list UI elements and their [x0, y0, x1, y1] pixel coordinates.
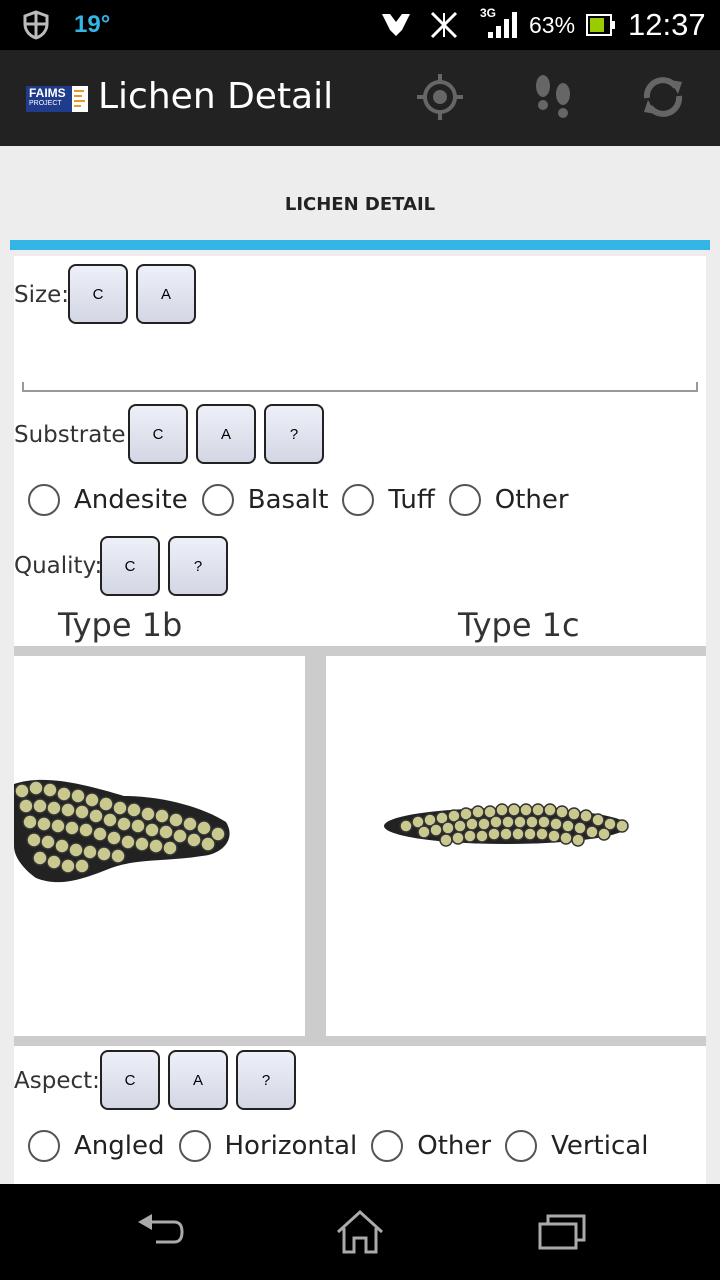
recent-apps-icon[interactable] — [532, 1204, 592, 1260]
shake-icon — [378, 0, 414, 50]
nfc-off-icon — [428, 0, 460, 50]
substrate-info-button[interactable]: ? — [264, 404, 324, 464]
status-bar: 19° 3G 63% 12:37 — [0, 0, 720, 50]
aspect-info-button[interactable]: ? — [236, 1050, 296, 1110]
form-content: Size: C A Substrate: C A ? Andesite Basa… — [14, 256, 706, 1184]
gps-target-icon[interactable] — [415, 72, 465, 122]
radio-angled[interactable]: Angled — [28, 1130, 165, 1162]
logo-text: FAIMS — [29, 86, 66, 100]
navigation-bar — [0, 1184, 720, 1280]
lichen-type-picker — [14, 646, 706, 1046]
size-annotation-button[interactable]: A — [136, 264, 196, 324]
radio-circle[interactable] — [505, 1130, 538, 1162]
shield-icon — [22, 0, 50, 50]
signal-icon — [486, 0, 520, 50]
radio-label: Tuff — [388, 485, 435, 515]
quality-certainty-button[interactable]: C — [100, 536, 160, 596]
radio-tuff[interactable]: Tuff — [342, 484, 435, 516]
quality-label: Quality: — [14, 553, 103, 579]
substrate-radio-group: Andesite Basalt Tuff Other — [28, 484, 583, 516]
battery-percent: 63% — [529, 11, 576, 38]
home-icon[interactable] — [330, 1204, 390, 1260]
footsteps-icon[interactable] — [528, 72, 578, 122]
radio-circle[interactable] — [448, 484, 481, 516]
radio-circle[interactable] — [371, 1130, 404, 1162]
radio-circle[interactable] — [178, 1130, 211, 1162]
aspect-radio-group: Angled Horizontal Other Vertical — [28, 1130, 662, 1162]
size-certainty-button[interactable]: C — [68, 264, 128, 324]
radio-label: Horizontal — [224, 1131, 358, 1161]
battery-icon — [586, 0, 616, 50]
quality-info-button[interactable]: ? — [168, 536, 228, 596]
radio-vertical[interactable]: Vertical — [505, 1130, 648, 1162]
substrate-certainty-button[interactable]: C — [128, 404, 188, 464]
radio-circle[interactable] — [28, 484, 60, 516]
clock: 12:37 — [628, 7, 706, 42]
radio-label: Other — [417, 1131, 492, 1161]
radio-horizontal[interactable]: Horizontal — [178, 1130, 358, 1162]
action-bar: FAIMS PROJECT Lichen Detail — [0, 50, 720, 146]
aspect-label: Aspect: — [14, 1068, 100, 1094]
size-label: Size: — [14, 282, 69, 308]
type-1c-image[interactable] — [326, 656, 706, 1036]
aspect-certainty-button[interactable]: C — [100, 1050, 160, 1110]
radio-other-aspect[interactable]: Other — [371, 1130, 491, 1162]
radio-label: Angled — [74, 1131, 165, 1161]
back-icon[interactable] — [130, 1204, 190, 1260]
radio-andesite[interactable]: Andesite — [28, 484, 188, 516]
temperature-text: 19° — [74, 11, 111, 38]
radio-label: Andesite — [74, 485, 188, 515]
radio-other[interactable]: Other — [448, 484, 569, 516]
radio-circle[interactable] — [201, 484, 234, 516]
aspect-annotation-button[interactable]: A — [168, 1050, 228, 1110]
substrate-label: Substrate: — [14, 422, 134, 448]
size-input-line[interactable] — [22, 382, 698, 392]
radio-basalt[interactable]: Basalt — [201, 484, 329, 516]
tab-bar: LICHEN DETAIL — [0, 146, 720, 256]
faims-logo: FAIMS PROJECT — [26, 86, 88, 112]
type-1c-label: Type 1c — [458, 606, 580, 644]
radio-circle[interactable] — [342, 484, 375, 516]
tab-indicator — [10, 240, 710, 250]
app-title: Lichen Detail — [98, 76, 334, 117]
radio-label: Vertical — [551, 1131, 649, 1161]
substrate-annotation-button[interactable]: A — [196, 404, 256, 464]
logo-graphic — [72, 86, 88, 112]
radio-circle[interactable] — [28, 1130, 60, 1162]
radio-label: Basalt — [247, 485, 329, 515]
type-1b-label: Type 1b — [58, 606, 183, 644]
sync-icon[interactable] — [638, 72, 688, 122]
type-1b-image[interactable] — [14, 656, 305, 1036]
radio-label: Other — [494, 485, 569, 515]
tab-lichen-detail[interactable]: LICHEN DETAIL — [0, 194, 720, 215]
